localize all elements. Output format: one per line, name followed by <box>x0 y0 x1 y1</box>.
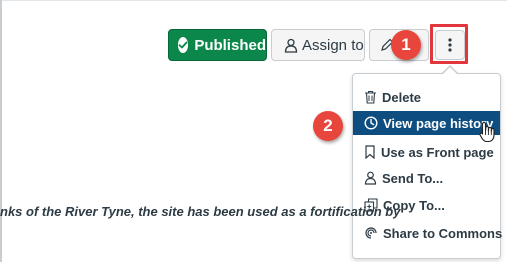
commons-icon <box>365 227 377 239</box>
menu-item-delete[interactable]: Delete <box>353 85 500 109</box>
menu-item-label: Share to Commons <box>383 225 503 241</box>
user-icon <box>284 38 298 53</box>
menu-item-view-page-history[interactable]: View page history <box>353 111 500 135</box>
check-circle-icon <box>178 37 189 53</box>
user-icon <box>364 171 377 185</box>
published-label: Published <box>194 36 266 54</box>
hand-pointer-cursor-icon <box>479 121 495 143</box>
menu-item-send-to[interactable]: Send To... <box>353 166 500 190</box>
menu-caret-fill <box>443 67 457 74</box>
menu-item-label: Delete <box>382 89 422 105</box>
page-top-rule <box>0 0 507 1</box>
clock-icon <box>364 116 378 130</box>
menu-item-label: Send To... <box>382 170 444 186</box>
menu-item-use-as-front-page[interactable]: Use as Front page <box>353 140 500 164</box>
menu-item-label: Use as Front page <box>381 144 494 160</box>
more-options-menu: Delete View page history Use as Front pa… <box>352 73 503 259</box>
assign-to-button[interactable]: Assign to <box>271 29 365 61</box>
step-2-callout: 2 <box>313 111 343 141</box>
assign-to-label: Assign to <box>302 36 364 54</box>
trash-icon <box>365 90 376 104</box>
published-button[interactable]: Published <box>168 29 267 61</box>
menu-item-share-to-commons[interactable]: Share to Commons <box>353 221 503 245</box>
step-1-callout: 1 <box>391 30 421 60</box>
more-options-highlight <box>430 24 468 64</box>
bookmark-icon <box>365 145 375 159</box>
menu-item-label: View page history <box>383 115 494 131</box>
page-left-edge <box>0 0 2 262</box>
page-body-text: nks of the River Tyne, the site has been… <box>0 204 401 219</box>
